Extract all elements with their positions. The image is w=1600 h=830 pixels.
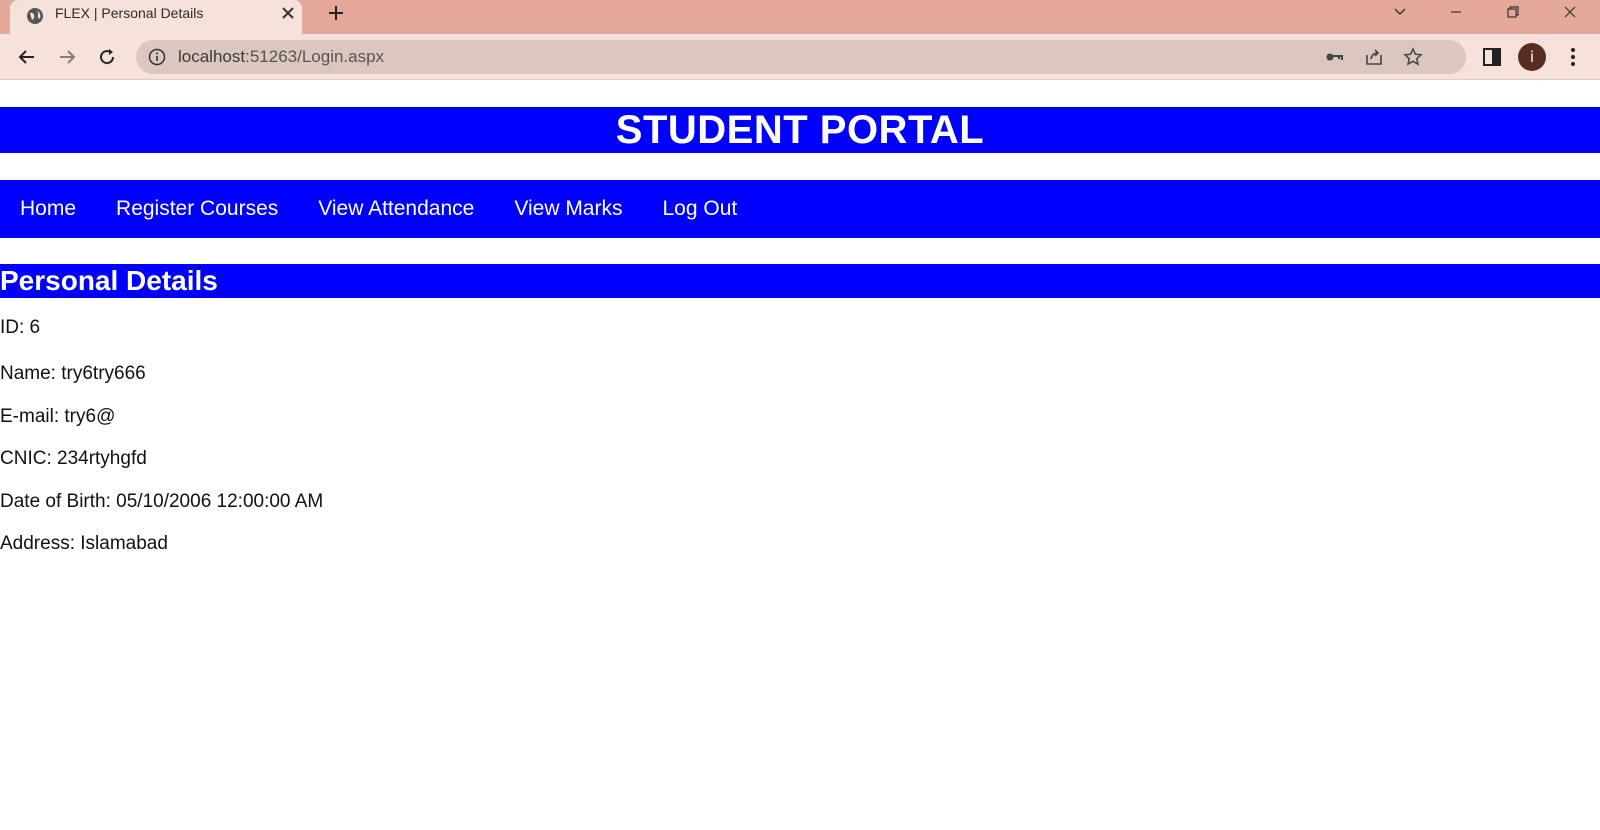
nav-view-attendance[interactable]: View Attendance	[318, 197, 474, 221]
share-icon[interactable]	[1363, 46, 1385, 68]
detail-email: E-mail: try6@	[0, 406, 116, 427]
reload-icon[interactable]	[96, 46, 118, 68]
profile-avatar[interactable]: i	[1518, 43, 1546, 71]
new-tab-icon[interactable]	[327, 4, 345, 22]
tab-title: FLEX | Personal Details	[55, 5, 204, 21]
detail-id: ID: 6	[0, 317, 41, 338]
nav-register-courses[interactable]: Register Courses	[116, 197, 278, 221]
forward-arrow-icon[interactable]	[56, 46, 78, 68]
main-navbar: Home Register Courses View Attendance Vi…	[0, 180, 1600, 238]
restore-icon[interactable]	[1505, 4, 1521, 20]
detail-cnic: CNIC: 234rtyhgfd	[0, 448, 147, 469]
detail-dob: Date of Birth: 05/10/2006 12:00:00 AM	[0, 491, 324, 512]
url-path: :51263/Login.aspx	[245, 47, 385, 66]
portal-title: STUDENT PORTAL	[0, 107, 1600, 153]
close-window-icon[interactable]	[1562, 4, 1578, 20]
minimize-icon[interactable]	[1448, 4, 1464, 20]
close-tab-icon[interactable]	[280, 5, 296, 21]
site-info-icon[interactable]	[148, 48, 166, 66]
nav-view-marks[interactable]: View Marks	[514, 197, 622, 221]
browser-toolbar: localhost:51263/Login.aspx i	[0, 34, 1600, 80]
back-arrow-icon[interactable]	[16, 46, 38, 68]
url-text[interactable]: localhost:51263/Login.aspx	[178, 40, 384, 74]
bookmark-star-icon[interactable]	[1402, 46, 1424, 68]
browser-tabstrip: FLEX | Personal Details	[0, 0, 1600, 34]
browser-tab[interactable]: FLEX | Personal Details	[10, 0, 302, 34]
key-icon[interactable]	[1323, 46, 1345, 68]
tab-search-chevron-icon[interactable]	[1392, 4, 1408, 20]
kebab-menu-icon[interactable]	[1562, 46, 1584, 68]
url-host: localhost	[178, 47, 246, 66]
section-title-personal-details: Personal Details	[0, 264, 1600, 298]
detail-name: Name: try6try666	[0, 363, 146, 384]
nav-home[interactable]: Home	[20, 197, 76, 221]
address-bar[interactable]: localhost:51263/Login.aspx	[136, 40, 1466, 74]
page-content: STUDENT PORTAL Home Register Courses Vie…	[0, 81, 1600, 830]
globe-icon	[27, 8, 43, 24]
detail-address: Address: Islamabad	[0, 533, 168, 554]
side-panel-icon[interactable]	[1481, 46, 1503, 68]
nav-log-out[interactable]: Log Out	[662, 197, 737, 221]
